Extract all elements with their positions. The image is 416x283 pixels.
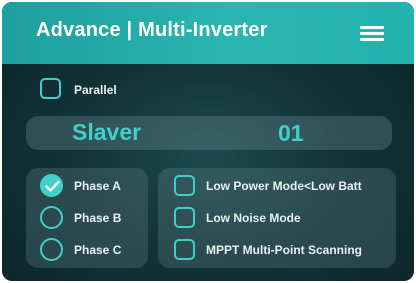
hamburger-menu-icon[interactable]: [360, 26, 384, 41]
parallel-checkbox[interactable]: [40, 78, 61, 99]
phase-c-radio[interactable]: [40, 238, 63, 261]
low-power-mode-checkbox[interactable]: [174, 175, 195, 196]
parallel-label: Parallel: [74, 83, 117, 97]
mppt-scanning-checkbox[interactable]: [174, 239, 195, 260]
low-noise-mode-label: Low Noise Mode: [206, 211, 301, 225]
header-bar: Advance | Multi-Inverter: [2, 2, 414, 64]
phase-b-label: Phase B: [74, 211, 122, 225]
slave-number: 01: [278, 120, 304, 146]
low-power-mode-label: Low Power Mode<Low Batt: [206, 179, 362, 193]
phase-c-label: Phase C: [74, 243, 122, 257]
phase-a-radio[interactable]: [40, 174, 63, 197]
phase-b-radio[interactable]: [40, 206, 63, 229]
page-title: Advance | Multi-Inverter: [36, 19, 268, 41]
mppt-scanning-label: MPPT Multi-Point Scanning: [206, 243, 362, 257]
phase-a-label: Phase A: [74, 179, 121, 193]
slave-name: Slaver: [72, 119, 142, 145]
checkmark-icon: [45, 180, 60, 192]
app-frame: Advance | Multi-Inverter Parallel Slaver…: [2, 2, 414, 281]
low-noise-mode-checkbox[interactable]: [174, 207, 195, 228]
